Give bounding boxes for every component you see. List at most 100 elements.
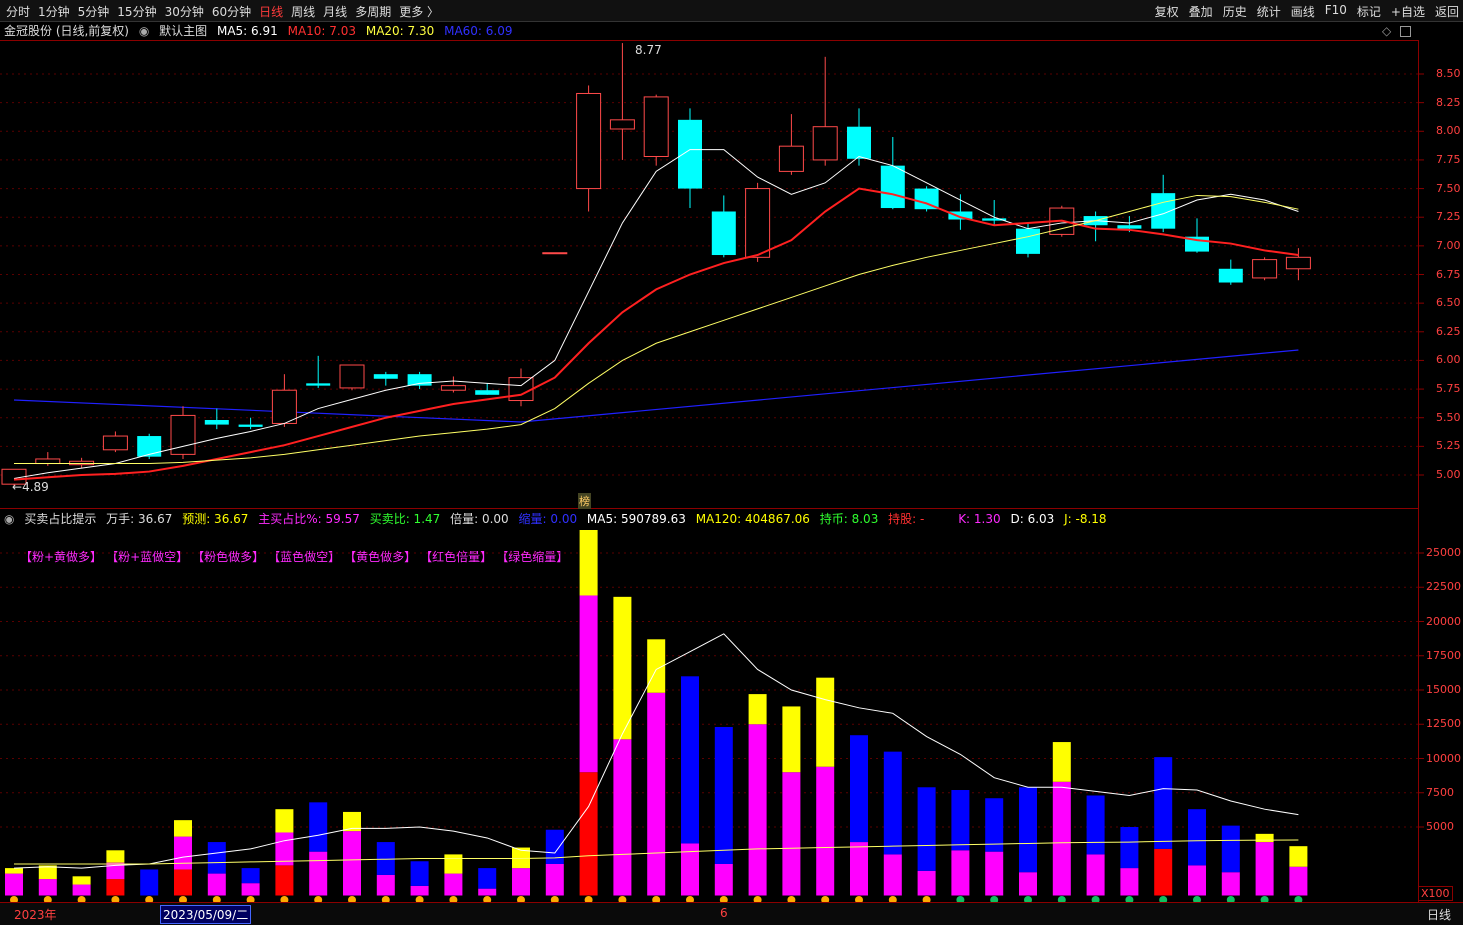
candle-body-8 — [271, 389, 297, 424]
year-label: 2023年 — [14, 908, 57, 922]
volume-bar-21-1 — [714, 726, 733, 864]
candle-body-9 — [306, 383, 331, 386]
volume-bar-17-0 — [579, 772, 598, 896]
volume-bar-33-1 — [1120, 827, 1139, 869]
candle-body-18 — [609, 119, 635, 130]
price-tick-label: 8.50 — [1436, 67, 1461, 80]
candle-body-16 — [542, 252, 568, 255]
volume-bar-22-0 — [748, 724, 767, 896]
volume-bar-3-2 — [106, 850, 125, 863]
volume-bar-18-1 — [613, 596, 632, 740]
month-mark-label: 6 — [720, 906, 728, 920]
candle-body-14 — [475, 390, 500, 395]
candle-body-12 — [407, 374, 432, 386]
candle-body-10 — [339, 364, 365, 389]
volume-tick-label: 25000 — [1426, 546, 1461, 559]
rank-badge[interactable]: 榜 — [578, 493, 591, 509]
volume-bar-8-1 — [275, 832, 294, 866]
candle-body-25 — [847, 126, 871, 159]
ma10-line — [13, 187, 1299, 481]
volume-bar-28-0 — [951, 850, 970, 896]
price-tick-label: 5.75 — [1436, 382, 1461, 396]
volume-bar-16-0 — [545, 863, 564, 896]
volume-bar-14-0 — [478, 888, 497, 896]
volume-bar-13-0 — [444, 873, 463, 896]
volume-bar-11-1 — [376, 842, 395, 875]
volume-tick-label: 5000 — [1426, 820, 1454, 833]
price-tick-label: 6.75 — [1436, 267, 1461, 281]
period-label[interactable]: 日线 — [1427, 906, 1451, 923]
volume-bar-13-1 — [444, 854, 463, 874]
candle-body-23 — [778, 145, 804, 172]
volume-bar-26-0 — [883, 854, 902, 896]
candle-body-13 — [440, 385, 466, 391]
volume-tick-label: 20000 — [1426, 614, 1461, 628]
volume-bar-19-0 — [647, 692, 666, 896]
volume-bar-6-1 — [207, 842, 226, 874]
price-tick-label: 6.25 — [1436, 324, 1461, 338]
candle-body-24 — [812, 126, 838, 161]
volume-bar-36-0 — [1221, 872, 1240, 896]
volume-bar-37-1 — [1255, 833, 1274, 843]
scale-label: X100 — [1418, 886, 1453, 901]
volume-bar-34-1 — [1154, 757, 1173, 849]
candle-body-1 — [35, 458, 61, 465]
candle-body-26 — [880, 165, 905, 209]
volume-bar-9-0 — [309, 851, 328, 896]
volume-bar-0-1 — [5, 868, 23, 874]
candle-body-36 — [1218, 268, 1243, 283]
price-tick-label: 7.00 — [1436, 238, 1461, 252]
volume-bar-22-1 — [748, 694, 767, 725]
candle-body-4 — [137, 436, 162, 457]
candle-body-17 — [576, 92, 602, 190]
candle-body-33 — [1117, 225, 1142, 229]
volume-bar-29-0 — [985, 851, 1004, 896]
kline-chart-svg[interactable] — [0, 0, 1463, 924]
low-price-label: ←4.89 — [12, 480, 49, 494]
volume-bar-32-1 — [1086, 795, 1105, 855]
candle-body-3 — [102, 435, 128, 451]
volume-bar-17-1 — [579, 595, 598, 773]
time-axis-bar: 2023年 2023/05/09/二 6 日线 — [0, 902, 1463, 925]
price-tick-label: 8.25 — [1436, 95, 1461, 109]
volume-bar-30-1 — [1019, 787, 1037, 873]
volume-bar-30-0 — [1019, 872, 1037, 896]
volume-bar-25-1 — [850, 735, 868, 843]
volume-bar-27-0 — [917, 870, 936, 896]
volume-bar-24-1 — [816, 677, 835, 767]
volume-bar-38-0 — [1289, 866, 1308, 896]
volume-tick-label: 22500 — [1426, 580, 1461, 594]
volume-bar-35-1 — [1188, 809, 1206, 866]
candle-body-34 — [1151, 193, 1176, 229]
volume-bar-20-1 — [681, 676, 699, 844]
volume-bar-23-0 — [782, 772, 801, 896]
volume-bar-31-1 — [1052, 742, 1071, 782]
volume-bar-12-0 — [410, 885, 429, 896]
volume-bar-23-1 — [782, 706, 801, 773]
volume-bar-8-2 — [275, 809, 294, 833]
candle-body-21 — [711, 211, 736, 256]
candle-body-19 — [643, 96, 669, 157]
volume-bar-32-0 — [1086, 854, 1105, 896]
price-tick-label: 5.50 — [1436, 410, 1461, 424]
price-tick-label: 6.50 — [1436, 296, 1461, 310]
volume-bar-37-0 — [1255, 842, 1274, 896]
volume-bar-25-0 — [850, 842, 868, 896]
volume-bar-27-1 — [917, 787, 936, 871]
volume-bar-11-0 — [376, 874, 395, 896]
volume-bar-12-1 — [410, 861, 429, 886]
volume-bar-14-1 — [478, 868, 497, 889]
price-tick-label: 5.00 — [1436, 468, 1461, 481]
price-tick-label: 7.50 — [1436, 181, 1461, 195]
candle-body-6 — [204, 420, 229, 425]
volume-bar-2-1 — [72, 876, 91, 885]
volume-bar-5-0 — [174, 869, 192, 896]
volume-bar-21-0 — [714, 863, 733, 896]
volume-tick-label: 7500 — [1426, 785, 1454, 799]
volume-bar-6-0 — [207, 873, 226, 896]
ma5-line — [13, 149, 1299, 479]
volume-bar-9-1 — [309, 802, 328, 852]
volume-bar-8-0 — [275, 865, 294, 896]
volume-bar-17-2 — [579, 530, 598, 596]
high-price-label: 8.77 — [635, 43, 662, 57]
